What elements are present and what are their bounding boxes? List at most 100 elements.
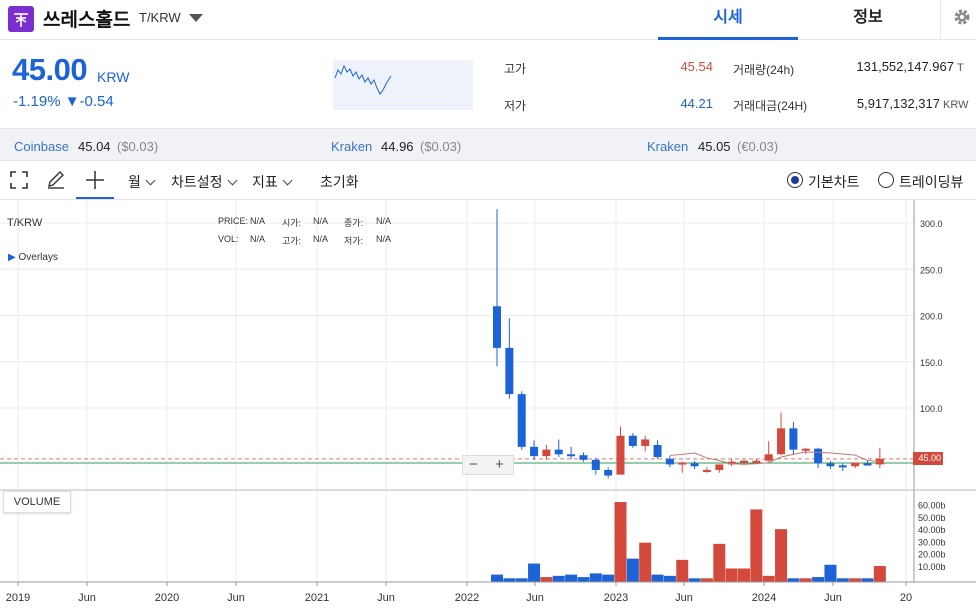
pair-label: T/KRW [139, 10, 181, 25]
volume-bar [725, 568, 738, 582]
candle-body [814, 448, 823, 464]
chevron-down-icon [227, 175, 237, 186]
x-tick-label: 2020 [155, 592, 179, 604]
candle-body [641, 439, 650, 446]
volume-bar [528, 563, 541, 582]
x-tick-label: Jun [675, 592, 693, 604]
tab-market[interactable]: 시세 [658, 0, 798, 40]
y-tick-label: 200.0 [920, 312, 943, 322]
volume-bar [824, 564, 837, 582]
low-label: 저가 [504, 99, 527, 113]
volume-bar [700, 578, 713, 582]
volume-tick-label: 20.00b [918, 550, 946, 560]
price-change: -1.19% ▼-0.54 [13, 93, 114, 110]
x-tick-label: 2019 [6, 592, 30, 604]
vol-info-value: N/A [250, 234, 266, 244]
volume-bar [762, 575, 775, 582]
candle-body [542, 449, 551, 457]
coin-name: 쓰레스홀드 [43, 10, 131, 31]
volume-unit: T [957, 62, 964, 74]
amount-label: 거래대금(24H) [733, 99, 808, 113]
caret-down-icon[interactable] [189, 14, 203, 22]
candle-body [789, 428, 798, 450]
basic-chart-label[interactable]: 기본차트 [808, 172, 860, 192]
current-price: 45.00 [12, 52, 88, 87]
x-tick-label: 20 [900, 592, 912, 604]
tradingview-radio[interactable] [878, 172, 894, 188]
crosshair-icon[interactable] [76, 161, 114, 199]
volume-bar [688, 578, 701, 582]
tradingview-label[interactable]: 트레이딩뷰 [899, 172, 963, 192]
candle-body [653, 445, 662, 458]
candle-body [628, 435, 637, 446]
current-price-tag: 45.00 [913, 452, 943, 465]
low-info-value: N/A [376, 234, 392, 244]
volume-bar [540, 577, 553, 582]
interval-select[interactable]: 월 [128, 172, 156, 192]
y-tick-label: 100.0 [920, 404, 943, 414]
tab-info[interactable]: 정보 [798, 0, 938, 40]
volume-bar [491, 574, 503, 582]
candle-body [517, 394, 526, 447]
x-tick-label: 2023 [604, 592, 628, 604]
threshold-logo [8, 6, 34, 32]
volume-bar [787, 578, 800, 582]
volume-bar [552, 575, 565, 582]
chart-canvas: 2019 Jun 2020 Jun 2021 Jun 2022 Jun 2023 Jun 2024 J… [0, 200, 976, 604]
interval-label: 월 [128, 174, 141, 190]
fullscreen-icon[interactable] [10, 171, 28, 194]
triangle-right-icon: ▶ [8, 252, 16, 263]
volume-bar [503, 578, 516, 582]
overlays-toggle[interactable]: ▶ Overlays [8, 252, 58, 263]
candle-body [678, 462, 687, 465]
vol-info-label: VOL: [218, 234, 239, 244]
zoom-in-button[interactable]: + [495, 456, 504, 473]
x-tick-label: Jun [824, 592, 842, 604]
exchange-diff: ($0.03) [420, 139, 462, 154]
indicators-menu[interactable]: 지표 [252, 172, 293, 192]
zoom-out-button[interactable]: − [469, 456, 478, 473]
gear-icon[interactable] [940, 0, 976, 40]
candle-body [493, 306, 501, 348]
price-chart[interactable]: 2019 Jun 2020 Jun 2021 Jun 2022 Jun 2023 Jun 2024 J… [0, 200, 976, 609]
exchange-bar: Coinbase 45.04 ($0.03) Kraken 44.96 ($0.… [0, 128, 976, 161]
sparkline-chart [333, 60, 473, 110]
x-tick-label: 2021 [305, 592, 329, 604]
volume-button[interactable]: VOLUME [3, 491, 71, 513]
candle-body [591, 459, 600, 470]
volume-bar [812, 577, 825, 582]
exchange-name[interactable]: Kraken [331, 139, 372, 154]
exchange-name[interactable]: Kraken [647, 139, 688, 154]
candle-body [616, 435, 625, 475]
x-tick-label: Jun [78, 592, 96, 604]
volume-tick-label: 60.00b [918, 501, 946, 511]
price-info-value: N/A [250, 216, 266, 226]
candle-body [752, 460, 761, 463]
candle-body [554, 449, 563, 455]
low-value: 44.21 [680, 96, 713, 111]
candle-body [690, 463, 699, 467]
indicators-label: 지표 [252, 174, 278, 190]
volume-bar [577, 577, 590, 582]
basic-chart-radio[interactable] [787, 172, 803, 188]
y-tick-label: 300.0 [920, 219, 943, 229]
volume-bar [750, 509, 763, 582]
high-value: 45.54 [680, 59, 713, 74]
exchange-price: 45.04 [78, 139, 111, 154]
x-tick-label: 2024 [752, 592, 776, 604]
volume-bar [861, 578, 874, 582]
volume-bar [663, 575, 676, 582]
reset-button[interactable]: 초기화 [320, 172, 359, 192]
candle-body [764, 454, 773, 461]
candle-body [777, 428, 786, 455]
candle-body [826, 463, 835, 467]
candle-body [801, 448, 810, 451]
volume-bar [651, 574, 664, 582]
pencil-icon[interactable] [46, 170, 66, 195]
volume-tick-label: 10.00b [918, 562, 946, 572]
amount-value: 5,917,132,317 [856, 96, 940, 111]
volume-bar [515, 578, 528, 582]
chart-settings-menu[interactable]: 차트설정 [171, 172, 237, 192]
volume-bar [626, 558, 639, 582]
exchange-name[interactable]: Coinbase [14, 139, 69, 154]
